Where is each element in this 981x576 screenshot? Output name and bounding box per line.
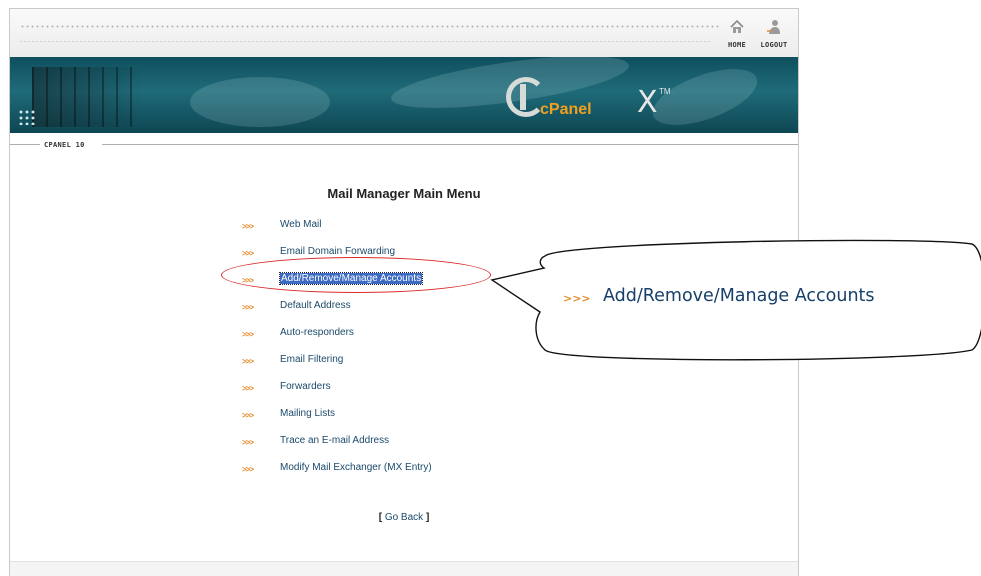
callout-arrow-icon: >>> [563, 292, 591, 305]
callout-text: Add/Remove/Manage Accounts [603, 286, 875, 306]
